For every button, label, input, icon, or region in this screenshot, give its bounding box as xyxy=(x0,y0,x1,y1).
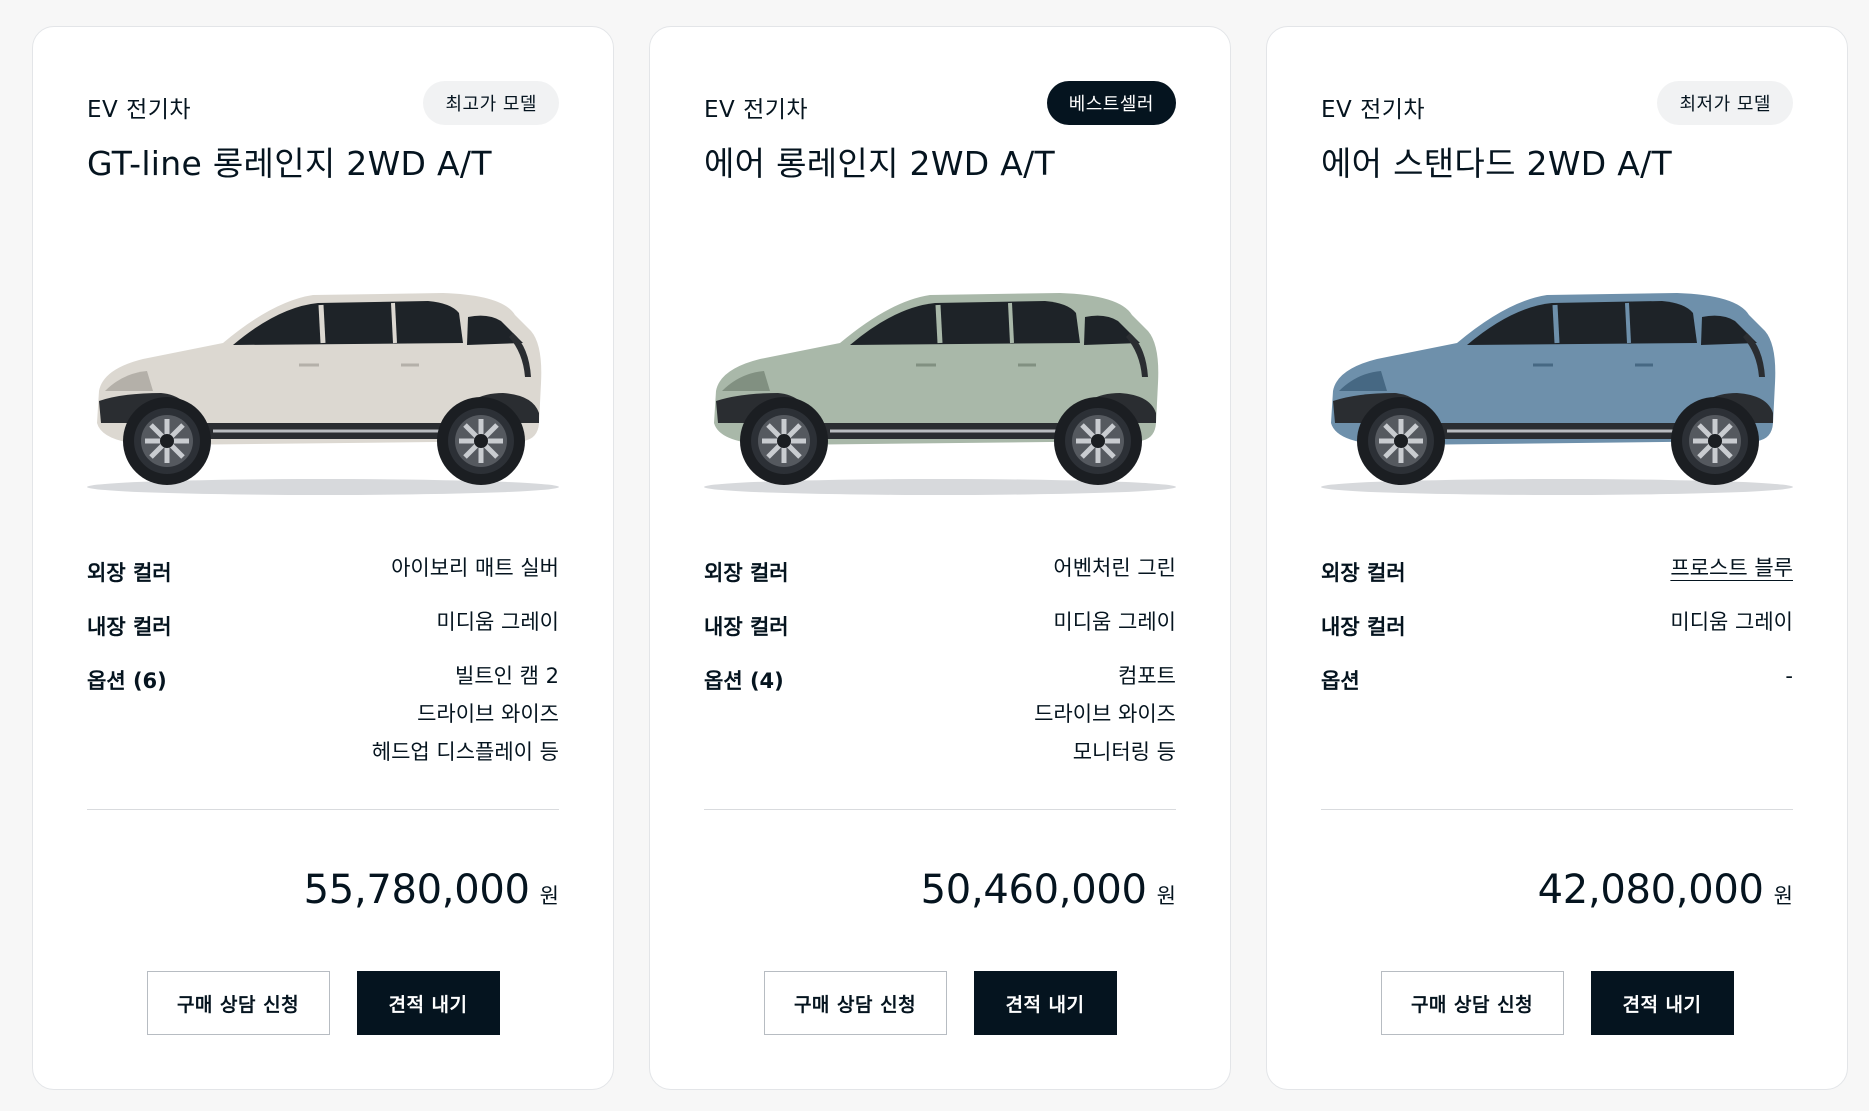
purchase-consult-button[interactable]: 구매 상담 신청 xyxy=(146,971,330,1035)
trim-name: GT-line 롱레인지 2WD A/T xyxy=(87,144,492,183)
car-image xyxy=(87,293,559,495)
interior-color-row: 내장 컬러 미디움 그레이 xyxy=(704,610,1176,641)
exterior-color-row: 외장 컬러 어벤처린 그린 xyxy=(704,556,1176,587)
get-quote-button[interactable]: 견적 내기 xyxy=(356,971,500,1035)
get-quote-button[interactable]: 견적 내기 xyxy=(1590,971,1734,1035)
interior-color-value: 미디움 그레이 xyxy=(436,610,559,634)
exterior-color-label: 외장 컬러 xyxy=(87,561,172,585)
options-label: 옵션 (4) xyxy=(704,669,784,693)
price: 50,460,000 원 xyxy=(921,867,1176,913)
trim-badge: 베스트셀러 xyxy=(1046,81,1176,125)
interior-color-label: 내장 컬러 xyxy=(87,615,172,639)
options-label: 옵션 xyxy=(1321,669,1360,693)
options-row: 옵션 - xyxy=(1321,664,1793,695)
vehicle-category: EV 전기차 xyxy=(704,97,809,123)
option-item: 모니터링 등 xyxy=(1072,740,1176,764)
option-item: 드라이브 와이즈 xyxy=(1034,702,1176,726)
divider xyxy=(704,809,1176,810)
card-actions: 구매 상담 신청 견적 내기 xyxy=(33,971,613,1035)
spec-list: 외장 컬러 프로스트 블루 내장 컬러 미디움 그레이 옵션 - xyxy=(1321,556,1793,719)
price-amount: 55,780,000 xyxy=(303,867,530,913)
options-value: 컴포트 드라이브 와이즈 모니터링 등 xyxy=(1034,657,1176,771)
exterior-color-link[interactable]: 프로스트 블루 xyxy=(1670,556,1793,580)
options-label: 옵션 (6) xyxy=(87,669,167,693)
interior-color-value: 미디움 그레이 xyxy=(1670,610,1793,634)
trim-card: EV 전기차 최고가 모델 GT-line 롱레인지 2WD A/T 외장 컬러… xyxy=(32,26,614,1090)
options-value: 빌트인 캠 2 드라이브 와이즈 헤드업 디스플레이 등 xyxy=(372,657,559,771)
purchase-consult-button[interactable]: 구매 상담 신청 xyxy=(1380,971,1564,1035)
interior-color-value: 미디움 그레이 xyxy=(1053,610,1176,634)
trim-badge: 최저가 모델 xyxy=(1657,81,1793,125)
options-value: - xyxy=(1785,657,1793,695)
car-image xyxy=(704,293,1176,495)
trim-card: EV 전기차 최저가 모델 에어 스탠다드 2WD A/T 외장 컬러 프로스트… xyxy=(1266,26,1848,1090)
exterior-color-row: 외장 컬러 프로스트 블루 xyxy=(1321,556,1793,587)
interior-color-row: 내장 컬러 미디움 그레이 xyxy=(87,610,559,641)
exterior-color-value[interactable]: 프로스트 블루 xyxy=(1670,549,1793,587)
trim-card-list: EV 전기차 최고가 모델 GT-line 롱레인지 2WD A/T 외장 컬러… xyxy=(32,26,1848,1090)
options-row: 옵션 (4) 컴포트 드라이브 와이즈 모니터링 등 xyxy=(704,664,1176,771)
price-amount: 42,080,000 xyxy=(1537,867,1764,913)
exterior-color-value: 아이보리 매트 실버 xyxy=(391,556,559,580)
option-item: 빌트인 캠 2 xyxy=(455,664,559,688)
price-amount: 50,460,000 xyxy=(920,867,1147,913)
options-row: 옵션 (6) 빌트인 캠 2 드라이브 와이즈 헤드업 디스플레이 등 xyxy=(87,664,559,771)
trim-badge: 최고가 모델 xyxy=(423,81,559,125)
divider xyxy=(1321,809,1793,810)
interior-color-row: 내장 컬러 미디움 그레이 xyxy=(1321,610,1793,641)
get-quote-button[interactable]: 견적 내기 xyxy=(973,971,1117,1035)
card-actions: 구매 상담 신청 견적 내기 xyxy=(1267,971,1847,1035)
trim-name: 에어 스탠다드 2WD A/T xyxy=(1321,144,1673,183)
exterior-color-value: 어벤처린 그린 xyxy=(1053,556,1176,580)
option-item: 컴포트 xyxy=(1118,664,1176,688)
vehicle-category: EV 전기차 xyxy=(87,97,192,123)
divider xyxy=(87,809,559,810)
trim-name: 에어 롱레인지 2WD A/T xyxy=(704,144,1056,183)
interior-color-label: 내장 컬러 xyxy=(704,615,789,639)
price: 42,080,000 원 xyxy=(1538,867,1793,913)
exterior-color-label: 외장 컬러 xyxy=(1321,561,1406,585)
vehicle-category: EV 전기차 xyxy=(1321,97,1426,123)
interior-color-label: 내장 컬러 xyxy=(1321,615,1406,639)
trim-card: EV 전기차 베스트셀러 에어 롱레인지 2WD A/T 외장 컬러 어벤처린 … xyxy=(649,26,1231,1090)
purchase-consult-button[interactable]: 구매 상담 신청 xyxy=(763,971,947,1035)
option-item: 헤드업 디스플레이 등 xyxy=(371,740,559,764)
spec-list: 외장 컬러 아이보리 매트 실버 내장 컬러 미디움 그레이 옵션 (6) 빌트… xyxy=(87,556,559,795)
spec-list: 외장 컬러 어벤처린 그린 내장 컬러 미디움 그레이 옵션 (4) 컴포트 드… xyxy=(704,556,1176,795)
price-unit: 원 xyxy=(539,884,559,908)
card-actions: 구매 상담 신청 견적 내기 xyxy=(650,971,1230,1035)
exterior-color-label: 외장 컬러 xyxy=(704,561,789,585)
car-image xyxy=(1321,293,1793,495)
exterior-color-row: 외장 컬러 아이보리 매트 실버 xyxy=(87,556,559,587)
price-unit: 원 xyxy=(1156,884,1176,908)
price-unit: 원 xyxy=(1773,884,1793,908)
price: 55,780,000 원 xyxy=(304,867,559,913)
option-item: 드라이브 와이즈 xyxy=(417,702,559,726)
option-item: - xyxy=(1785,664,1793,688)
